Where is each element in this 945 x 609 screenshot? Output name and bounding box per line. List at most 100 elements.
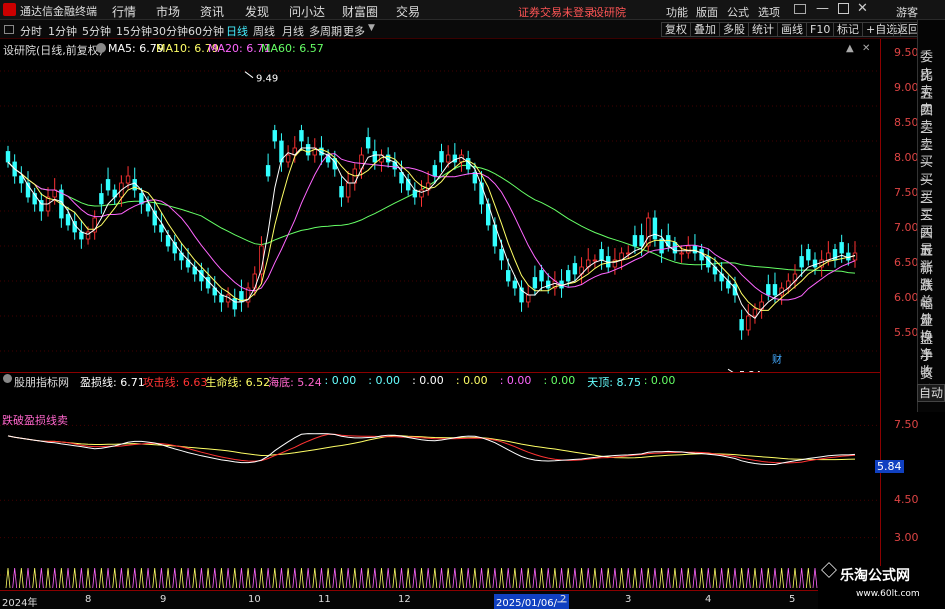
overlay-button[interactable]: 叠加 — [690, 22, 720, 37]
candle-body — [526, 294, 531, 303]
tab-monthly[interactable]: 月线 — [282, 23, 304, 39]
indicator-tick: 7.50 — [894, 418, 919, 432]
signal-mark — [132, 567, 138, 589]
signal-mark — [92, 567, 98, 589]
signal-mark — [399, 567, 404, 589]
signal-mark — [72, 567, 78, 589]
watermark: 乐淘公式网 www.60lt.com — [818, 562, 945, 609]
menu-item-options[interactable]: 选项 — [758, 4, 780, 20]
signal-mark — [299, 567, 304, 589]
tab-daily[interactable]: 日线 — [226, 23, 248, 39]
signal-mark — [792, 567, 798, 589]
candlestick-chart[interactable]: 9.495.24财 — [0, 57, 880, 372]
signal-mark — [199, 567, 204, 589]
signal-mark — [459, 567, 464, 589]
signal-mark — [232, 567, 238, 589]
candle-body — [419, 189, 424, 198]
candle-body — [472, 172, 478, 184]
signal-mark — [192, 567, 198, 589]
candle-body — [632, 235, 638, 247]
signal-mark — [225, 567, 231, 589]
candle-body — [572, 263, 578, 275]
menu-item-ask[interactable]: 问小达 — [289, 3, 325, 20]
signal-mark — [512, 567, 518, 589]
tab-more[interactable]: 更多 — [343, 23, 365, 39]
candle-body — [439, 151, 444, 163]
signal-mark — [165, 567, 171, 589]
multi-stock-button[interactable]: 多股 — [719, 22, 749, 37]
f10-button[interactable]: F10 — [806, 22, 835, 37]
signal-mark — [25, 567, 31, 589]
minimize-icon[interactable]: — — [816, 1, 829, 16]
signal-mark — [365, 567, 371, 589]
signal-mark — [485, 567, 491, 589]
candle-body — [285, 154, 291, 163]
login-notice[interactable]: 证券交易未登录 — [518, 4, 595, 20]
menu-item-trade[interactable]: 交易 — [396, 3, 420, 20]
price-axis: 9.50 9.00 8.50 8.00 7.50 7.00 6.50 6.00 5.50 7.50… — [875, 39, 919, 590]
date-label: 11 — [318, 594, 331, 605]
tab-weekly[interactable]: 周线 — [253, 23, 275, 39]
tab-60min[interactable]: 60分钟 — [188, 23, 224, 39]
layout-icon[interactable] — [794, 4, 806, 14]
menu-item-layout[interactable]: 版面 — [696, 4, 718, 20]
app-logo-icon — [3, 3, 16, 16]
candle-body — [566, 270, 571, 282]
signal-mark — [145, 567, 151, 589]
draw-line-button[interactable]: 画线 — [777, 22, 807, 37]
tab-intraday[interactable]: 分时 — [20, 23, 42, 39]
panel-close-icon[interactable]: ✕ — [862, 43, 870, 54]
candle-body — [546, 280, 551, 289]
menu-icon[interactable] — [4, 25, 14, 34]
chevron-down-icon[interactable]: ▼ — [368, 23, 375, 33]
mark-button[interactable]: 标记 — [833, 22, 863, 37]
menu-item-functions[interactable]: 功能 — [666, 4, 688, 20]
restore-right-button[interactable]: 复权 — [661, 22, 691, 37]
panel-collapse-icon[interactable]: ▲ — [846, 43, 854, 54]
guest-label[interactable]: 游客 — [896, 4, 918, 20]
price-tick: 6.50 — [894, 256, 919, 269]
signal-mark — [58, 567, 64, 589]
date-label: 10 — [248, 594, 261, 605]
close-icon[interactable]: ✕ — [857, 1, 868, 16]
signal-mark — [445, 567, 451, 589]
date-label: 2024年 — [2, 598, 38, 609]
date-label: 2025/01/06/一 — [494, 594, 570, 609]
menu-item-discover[interactable]: 发现 — [245, 3, 269, 20]
signal-mark — [539, 567, 544, 589]
menu-item-wealth[interactable]: 财富圈 — [342, 3, 378, 20]
candle-body — [679, 252, 684, 255]
stats-button[interactable]: 统计 — [748, 22, 778, 37]
indicator-chart[interactable] — [0, 388, 880, 590]
menu-item-formula[interactable]: 公式 — [727, 4, 749, 20]
candle-body — [339, 186, 344, 198]
signal-mark — [739, 567, 745, 589]
indicator-settings-icon[interactable] — [3, 374, 12, 383]
candle-body — [539, 270, 544, 282]
date-label: 9 — [160, 594, 167, 605]
maximize-icon[interactable] — [838, 3, 849, 14]
menu-item-news[interactable]: 资讯 — [200, 3, 224, 20]
auto-tab[interactable]: 自动 — [917, 384, 945, 402]
indicator-value-7: : 0.00 — [455, 374, 488, 387]
tab-multi-period[interactable]: 多周期 — [309, 23, 342, 39]
signal-mark — [352, 567, 358, 589]
signal-mark — [32, 567, 38, 589]
signal-mark — [85, 567, 91, 589]
signal-mark — [659, 567, 664, 589]
high-marker — [244, 71, 254, 79]
signal-mark — [479, 567, 484, 589]
tab-1min[interactable]: 1分钟 — [48, 23, 77, 39]
tab-5min[interactable]: 5分钟 — [82, 23, 111, 39]
signal-mark — [505, 567, 511, 589]
menu-item-quotes[interactable]: 行情 — [112, 3, 136, 20]
signal-mark — [552, 567, 558, 589]
menu-item-market[interactable]: 市场 — [156, 3, 180, 20]
tab-15min[interactable]: 15分钟 — [116, 23, 152, 39]
signal-mark — [759, 567, 765, 589]
tab-30min[interactable]: 30分钟 — [152, 23, 188, 39]
stock-name: 设研院 — [593, 6, 626, 19]
signal-mark — [272, 567, 278, 589]
indicator-value-9: : 0.00 — [543, 374, 576, 387]
settings-icon[interactable] — [96, 43, 106, 53]
